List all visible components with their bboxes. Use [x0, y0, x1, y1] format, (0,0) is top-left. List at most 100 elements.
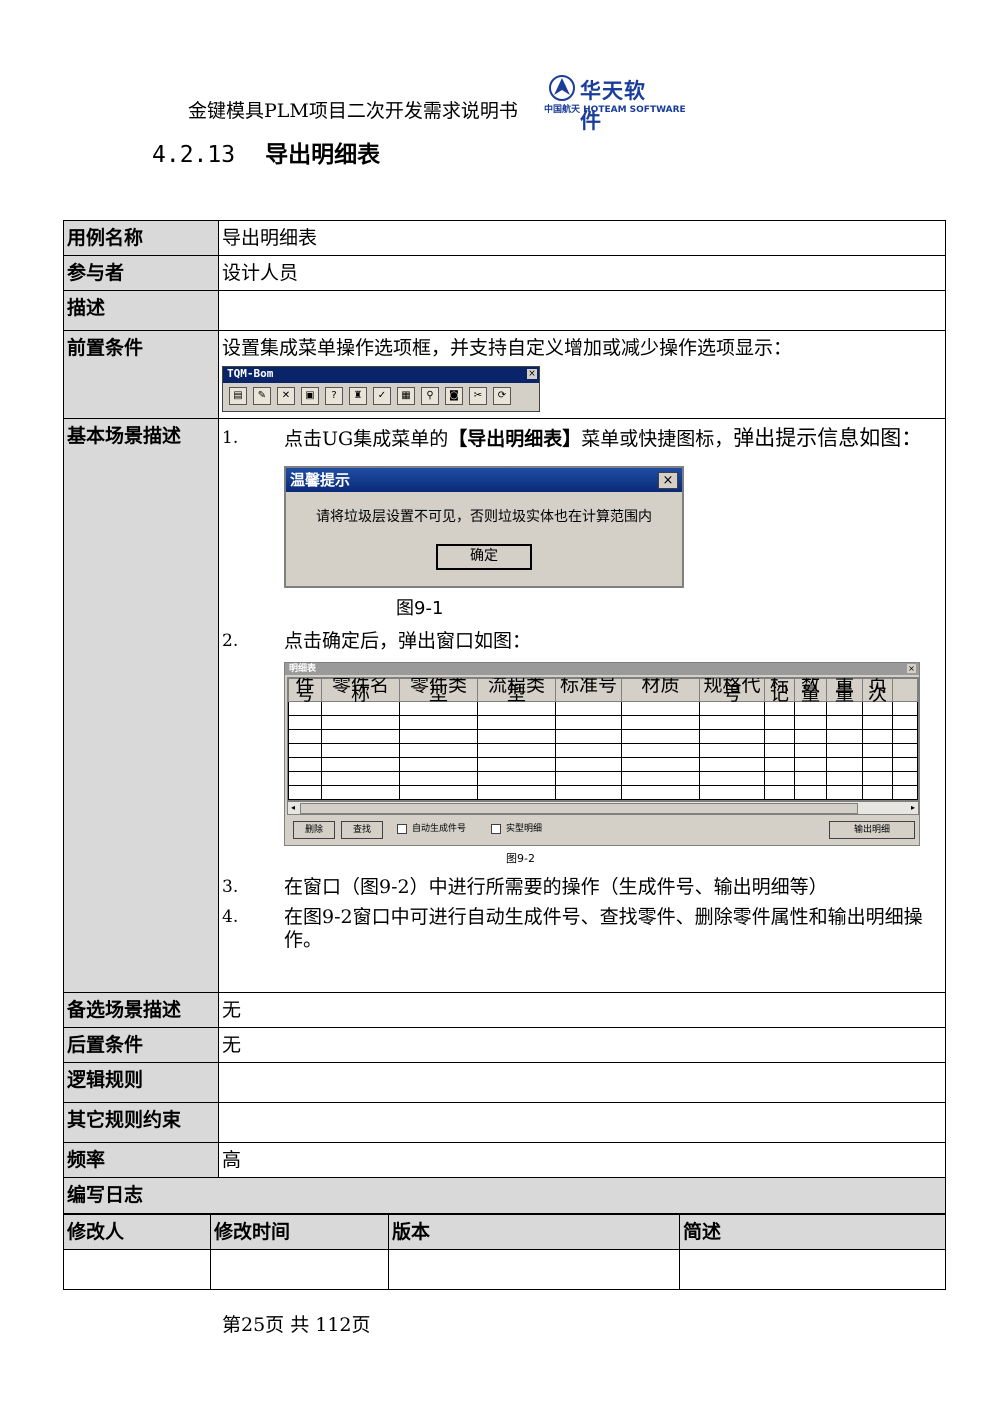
dialog-ok-button[interactable]: 确定	[436, 544, 532, 570]
grid-cell[interactable]	[862, 729, 893, 744]
scroll-right-icon[interactable]: ▸	[908, 802, 918, 813]
grid-header-cell[interactable]: 数量	[794, 678, 827, 704]
grid-cell[interactable]	[794, 757, 827, 772]
grid-cell[interactable]	[699, 785, 765, 800]
grid-cell[interactable]	[477, 757, 556, 772]
grid-cell[interactable]	[288, 785, 322, 800]
grid-cell[interactable]	[288, 743, 322, 758]
grid-cell[interactable]	[477, 715, 556, 730]
grid-header-cell[interactable]: 件号	[288, 678, 322, 704]
grid-cell[interactable]	[555, 757, 622, 772]
toolbar-help-icon[interactable]: ?	[325, 387, 343, 405]
grid-cell[interactable]	[321, 743, 400, 758]
grid-header-cell[interactable]: 标准号	[555, 678, 622, 702]
grid-cell[interactable]	[288, 715, 322, 730]
grid-cell[interactable]	[862, 715, 893, 730]
grid-cell[interactable]	[555, 785, 622, 800]
grid-empty-row[interactable]	[288, 729, 918, 744]
grid-cell[interactable]	[321, 715, 400, 730]
grid-cell[interactable]	[862, 771, 893, 786]
output-list-button[interactable]: 输出明细	[829, 821, 915, 839]
grid-empty-row[interactable]	[288, 757, 918, 772]
grid-cell[interactable]	[699, 771, 765, 786]
grid-cell[interactable]	[892, 785, 918, 800]
grid-cell[interactable]	[862, 743, 893, 758]
grid-cell[interactable]	[477, 771, 556, 786]
grid-cell[interactable]	[826, 715, 863, 730]
grid-cell[interactable]	[826, 771, 863, 786]
grid-cell[interactable]	[555, 701, 622, 716]
toolbar-edit-icon[interactable]: ✎	[253, 387, 271, 405]
grid-empty-row[interactable]	[288, 785, 918, 800]
grid-cell[interactable]	[892, 757, 918, 772]
grid-cell[interactable]	[621, 743, 700, 758]
grid-empty-row[interactable]	[288, 715, 918, 730]
grid-cell[interactable]	[621, 757, 700, 772]
grid-empty-row[interactable]	[288, 771, 918, 786]
grid-cell[interactable]	[621, 715, 700, 730]
grid-cell[interactable]	[892, 701, 918, 716]
grid-cell[interactable]	[794, 729, 827, 744]
grid-cell[interactable]	[826, 785, 863, 800]
toolbar-table-icon[interactable]: ▦	[397, 387, 415, 405]
grid-cell[interactable]	[399, 715, 478, 730]
toolbar-delete-icon[interactable]: ✕	[277, 387, 295, 405]
toolbar-part-icon[interactable]: ▣	[301, 387, 319, 405]
grid-cell[interactable]	[555, 771, 622, 786]
grid-cell[interactable]	[764, 785, 795, 800]
grid-cell[interactable]	[764, 771, 795, 786]
grid-cell[interactable]	[826, 729, 863, 744]
grid-cell[interactable]	[892, 715, 918, 730]
toolbar-bom-icon[interactable]: ▤	[229, 387, 247, 405]
grid-header-cell[interactable]: 材质	[621, 678, 700, 702]
grid-cell[interactable]	[477, 743, 556, 758]
scroll-left-icon[interactable]: ◂	[288, 802, 298, 813]
delete-button[interactable]: 删除	[293, 821, 335, 839]
toolbar-close-button[interactable]: ×	[527, 369, 537, 379]
grid-cell[interactable]	[699, 729, 765, 744]
grid-header-cell[interactable]: 零件名称	[321, 678, 400, 704]
toolbar-tree-icon[interactable]: ◙	[445, 387, 463, 405]
grid-cell[interactable]	[892, 729, 918, 744]
toolbar-refresh-icon[interactable]: ⟳	[493, 387, 511, 405]
grid-cell[interactable]	[477, 785, 556, 800]
grid-cell[interactable]	[399, 729, 478, 744]
grid-cell[interactable]	[288, 757, 322, 772]
checkbox-icon[interactable]	[397, 823, 407, 834]
grid-cell[interactable]	[477, 729, 556, 744]
grid-cell[interactable]	[794, 771, 827, 786]
window-close-button[interactable]: ×	[907, 664, 916, 673]
grid-cell[interactable]	[794, 715, 827, 730]
solid-list-checkbox[interactable]: 实型明细	[491, 823, 542, 835]
grid-cell[interactable]	[699, 757, 765, 772]
grid-cell[interactable]	[794, 743, 827, 758]
grid-header-cell[interactable]: 标记	[764, 678, 795, 704]
grid-cell[interactable]	[764, 729, 795, 744]
grid-cell[interactable]	[621, 771, 700, 786]
grid-cell[interactable]	[321, 771, 400, 786]
grid-cell[interactable]	[621, 729, 700, 744]
grid-cell[interactable]	[892, 743, 918, 758]
grid-cell[interactable]	[399, 757, 478, 772]
grid-header-cell[interactable]: 零件类型	[399, 678, 478, 704]
toolbar-search-icon[interactable]: ⚲	[421, 387, 439, 405]
auto-number-checkbox[interactable]: 自动生成件号	[397, 823, 466, 835]
toolbar-check-icon[interactable]: ✓	[373, 387, 391, 405]
toolbar-binoculars-icon[interactable]: ♜	[349, 387, 367, 405]
grid-cell[interactable]	[764, 757, 795, 772]
grid-cell[interactable]	[699, 715, 765, 730]
grid-header-cell[interactable]: 重量	[826, 678, 863, 704]
grid-cell[interactable]	[794, 785, 827, 800]
grid-empty-row[interactable]	[288, 701, 918, 716]
find-button[interactable]: 查找	[341, 821, 383, 839]
grid-cell[interactable]	[288, 729, 322, 744]
grid-cell[interactable]	[399, 771, 478, 786]
grid-cell[interactable]	[699, 743, 765, 758]
grid-cell[interactable]	[621, 785, 700, 800]
horizontal-scrollbar[interactable]: ◂ ▸	[287, 801, 919, 815]
grid-cell[interactable]	[826, 757, 863, 772]
grid-cell[interactable]	[321, 785, 400, 800]
grid-cell[interactable]	[321, 757, 400, 772]
grid-header-cell[interactable]: 规格代号	[699, 678, 765, 704]
grid-cell[interactable]	[555, 729, 622, 744]
